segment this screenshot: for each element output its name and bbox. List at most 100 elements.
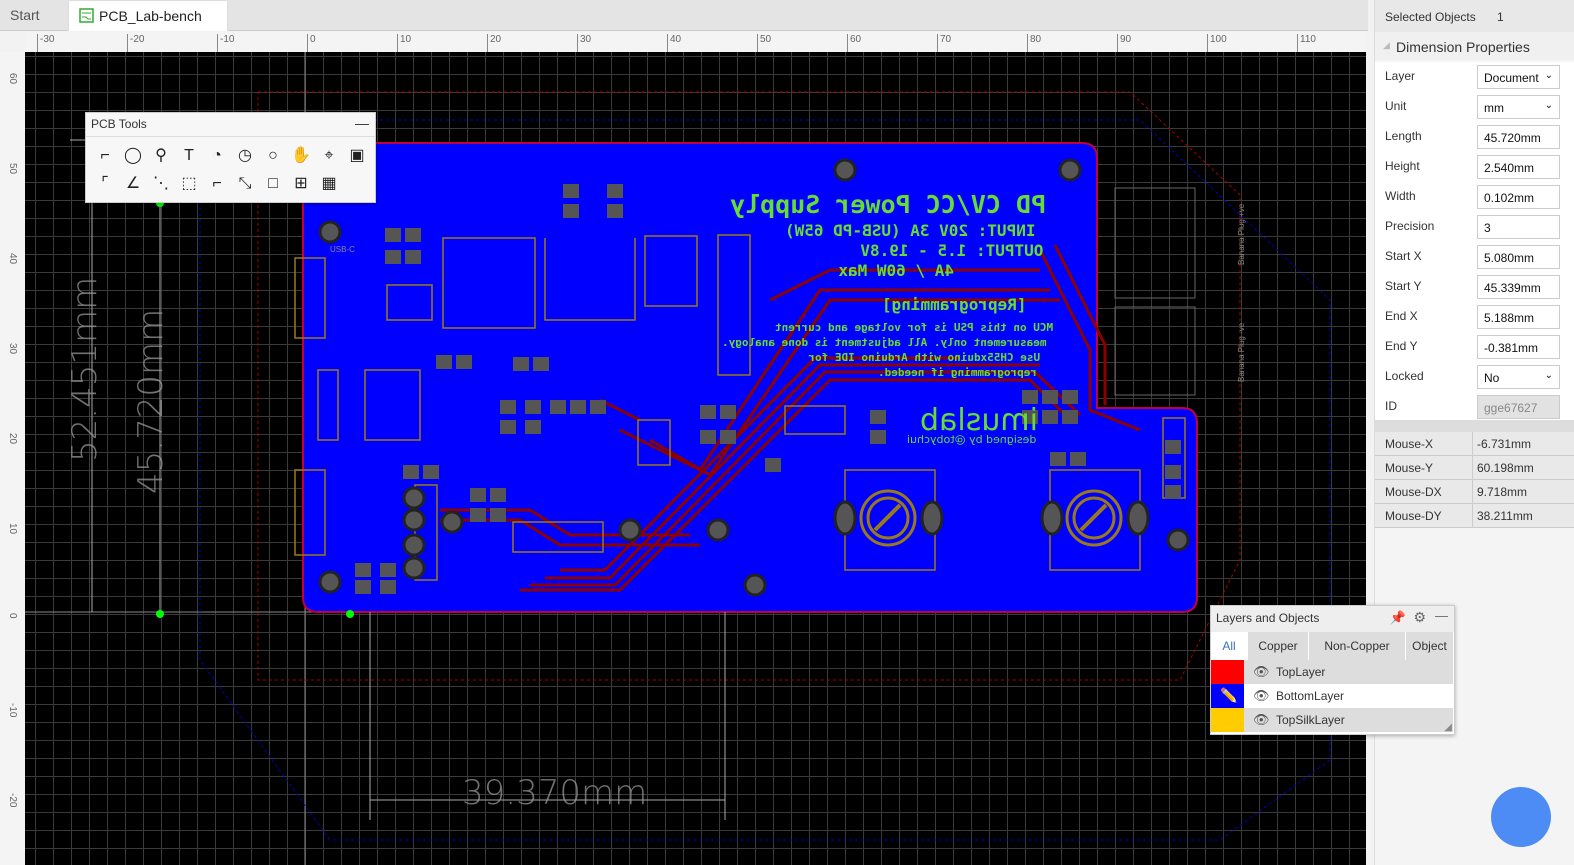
tool-pan-icon[interactable]: ✋ — [290, 145, 312, 167]
gear-icon[interactable]: ⚙ — [1413, 609, 1426, 626]
pad — [1165, 465, 1181, 479]
pin-icon[interactable]: 📌 — [1390, 610, 1406, 626]
tab-pcb[interactable]: PCB_Lab-bench ... — [68, 0, 228, 55]
board-note1: MCU on this PSU is for voltage and curre… — [775, 321, 1053, 334]
layer-name: BottomLayer — [1276, 689, 1345, 703]
layers-tab-non-copper[interactable]: Non-Copper — [1309, 632, 1405, 660]
prop-row-end-x: End X 5.188mm — [1375, 302, 1574, 332]
pad — [1062, 390, 1078, 404]
tool-measure-icon[interactable]: ⤡ — [234, 173, 256, 195]
tool-table-icon[interactable]: ▦ — [318, 173, 340, 195]
tool-circle-icon[interactable]: ○ — [262, 145, 284, 167]
layers-tab-object[interactable]: Object — [1406, 632, 1453, 660]
pad — [490, 488, 506, 502]
layer-color-swatch[interactable] — [1211, 660, 1244, 684]
pad — [405, 228, 421, 242]
ruler-tick-label: -20 — [7, 793, 18, 808]
pad — [1165, 440, 1181, 454]
pad — [870, 410, 886, 424]
tool-pad-icon[interactable]: ⚲ — [150, 145, 172, 167]
prop-select[interactable]: Document ⌄ — [1477, 65, 1560, 89]
layer-row[interactable]: 👁 TopSilkLayer — [1211, 708, 1453, 732]
prop-input[interactable]: -0.381mm — [1477, 335, 1560, 359]
selected-objects-header: Selected Objects 1 — [1375, 0, 1574, 32]
readout-value: 38.211mm — [1477, 509, 1533, 523]
dimension-handle[interactable] — [156, 610, 164, 618]
pad — [590, 400, 606, 414]
prop-input[interactable]: 45.720mm — [1477, 125, 1560, 149]
tool-arc-center-icon[interactable]: ◷ — [234, 145, 256, 167]
prop-input[interactable]: 2.540mm — [1477, 155, 1560, 179]
prop-value: 5.080mm — [1484, 251, 1535, 265]
mouse-readout-row: Mouse-DX 9.718mm — [1375, 480, 1574, 504]
minimize-icon[interactable]: — — [1435, 608, 1448, 623]
tool-group-icon[interactable]: ⊞ — [290, 173, 312, 195]
pcb-tools-title: PCB Tools — [86, 113, 375, 137]
ruler-tick-label: 60 — [7, 73, 18, 85]
prop-row-length: Length 45.720mm — [1375, 122, 1574, 152]
ruler-tick-label: 20 — [487, 34, 501, 52]
eye-icon[interactable]: 👁 — [1253, 688, 1270, 704]
ruler-tick-label: 0 — [7, 613, 18, 619]
eye-icon[interactable]: 👁 — [1253, 664, 1270, 680]
layer-color-swatch[interactable] — [1211, 708, 1244, 732]
layer-row[interactable]: ✏️ 👁 BottomLayer — [1211, 684, 1453, 708]
tab-start[interactable]: Start — [0, 0, 68, 31]
tool-angle-icon[interactable]: ∠ — [122, 173, 144, 195]
banana-neg-label: Banana Plug -ve — [1237, 322, 1246, 382]
prop-label: Locked — [1385, 369, 1424, 383]
hole — [402, 533, 426, 557]
prop-input[interactable]: 0.102mm — [1477, 185, 1560, 209]
layers-tab-copper[interactable]: Copper — [1248, 632, 1308, 660]
tool-solid-region-icon[interactable]: ⬚ — [178, 173, 200, 195]
prop-select[interactable]: mm ⌄ — [1477, 95, 1560, 119]
layer-color-swatch[interactable]: ✏️ — [1211, 684, 1244, 708]
tool-arc-icon[interactable]: ◔ — [206, 145, 228, 167]
ruler-tick-label: 30 — [7, 343, 18, 355]
pad — [533, 357, 549, 371]
layer-row[interactable]: 👁 TopLayer — [1211, 660, 1453, 684]
layers-tab-all[interactable]: All — [1211, 632, 1247, 660]
pad — [385, 228, 401, 242]
tool-track-icon[interactable]: ⌐ — [94, 145, 116, 167]
pad — [563, 184, 579, 198]
pad — [355, 563, 371, 577]
tool-dimension-icon[interactable]: ⌜ — [94, 173, 116, 195]
hole — [1166, 528, 1190, 552]
minimize-icon[interactable]: — — [355, 115, 369, 131]
tool-rectangle-icon[interactable]: □ — [262, 173, 284, 195]
prop-row-id: ID gge67627 — [1375, 392, 1574, 422]
tool-image-icon[interactable]: ▣ — [346, 145, 368, 167]
dimension-handle[interactable] — [346, 610, 354, 618]
prop-row-end-y: End Y -0.381mm — [1375, 332, 1574, 362]
hole — [440, 510, 464, 534]
layer-name: TopLayer — [1276, 665, 1326, 679]
ruler-tick-label: 40 — [667, 34, 681, 52]
tool-via-icon[interactable]: ◯ — [122, 145, 144, 167]
ruler-tick-label: 100 — [1207, 34, 1227, 52]
prop-label: End X — [1385, 309, 1418, 323]
pad — [490, 508, 506, 522]
pad — [380, 563, 396, 577]
prop-input: gge67627 — [1477, 395, 1560, 419]
prop-label: Start X — [1385, 249, 1422, 263]
pad — [405, 250, 421, 264]
pad — [525, 400, 541, 414]
prop-select[interactable]: No ⌄ — [1477, 365, 1560, 389]
tool-copper-area-icon[interactable]: ⌐ — [206, 173, 228, 195]
prop-input[interactable]: 5.188mm — [1477, 305, 1560, 329]
resize-handle[interactable]: ◢ — [1444, 722, 1452, 733]
tool-hole-icon[interactable]: ⌖ — [318, 145, 340, 167]
assistant-button[interactable] — [1491, 787, 1551, 847]
prop-input[interactable]: 45.339mm — [1477, 275, 1560, 299]
prop-input[interactable]: 3 — [1477, 215, 1560, 239]
pcb-tools-panel: PCB Tools — ⌐ ◯ ⚲ T ◔ ◷ ○ ✋ ⌖ ▣ ⌜ ∠ ⋱ ⬚ ⌐ ⤡ □ ⊞ ▦ — [85, 112, 376, 203]
prop-value: Document — [1484, 71, 1539, 85]
tool-text-icon[interactable]: T — [178, 145, 200, 167]
section-header[interactable]: ◢ Dimension Properties — [1375, 32, 1574, 60]
prop-label: Start Y — [1385, 279, 1422, 293]
prop-input[interactable]: 5.080mm — [1477, 245, 1560, 269]
eye-icon[interactable]: 👁 — [1253, 712, 1270, 728]
hole — [402, 486, 426, 510]
tool-connect-icon[interactable]: ⋱ — [150, 173, 172, 195]
